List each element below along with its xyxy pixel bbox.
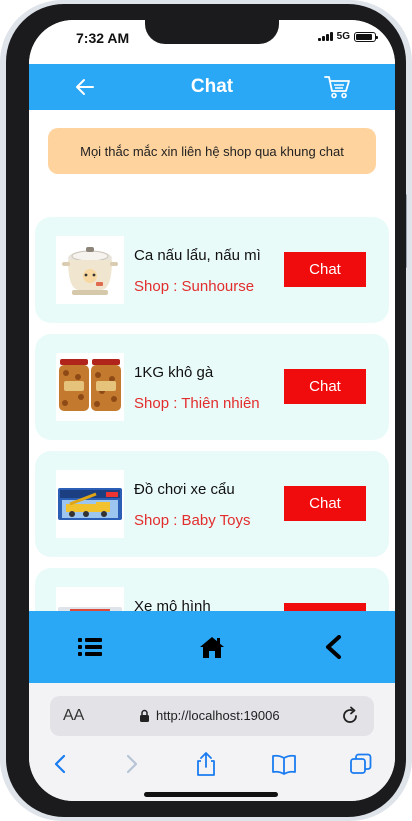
phone-frame: 7:32 AM 5G Chat Mọi thắc mắc xin liên hệ…	[0, 0, 412, 821]
chat-button[interactable]: Chat	[284, 252, 366, 287]
chat-button[interactable]: Chat	[284, 369, 366, 404]
bookmarks-icon[interactable]	[270, 750, 298, 778]
screen: 7:32 AM 5G Chat Mọi thắc mắc xin liên hệ…	[29, 20, 395, 801]
text-size-button[interactable]: AA	[63, 707, 84, 725]
lock-icon	[140, 709, 149, 722]
product-card[interactable]: Đồ chơi xe cẩu Shop : Baby Toys Chat	[35, 451, 389, 557]
product-name: Xe mô hình	[134, 598, 211, 611]
product-name: Đồ chơi xe cẩu	[134, 481, 235, 498]
page-title: Chat	[190, 76, 234, 97]
battery-fill	[356, 33, 373, 40]
home-indicator	[144, 792, 278, 797]
text-size-label: AA	[63, 707, 85, 724]
chat-button[interactable]	[284, 603, 366, 611]
status-icons: 5G	[317, 31, 378, 42]
product-card[interactable]: Ca nấu lẩu, nấu mì Shop : Sunhourse Chat	[35, 217, 389, 323]
toy-crane-truck-image	[56, 470, 124, 538]
chat-button[interactable]: Chat	[284, 486, 366, 521]
notice-text: Mọi thắc mắc xin liên hệ shop qua khung …	[80, 143, 344, 159]
browser-toolbar: AA http://localhost:19006	[29, 683, 395, 801]
notch	[145, 20, 279, 44]
back-arrow-icon[interactable]	[74, 76, 96, 98]
notice-banner: Mọi thắc mắc xin liên hệ shop qua khung …	[48, 128, 376, 174]
url-text: http://localhost:19006	[156, 708, 280, 723]
product-name: Ca nấu lẩu, nấu mì	[134, 247, 261, 264]
product-shop: Shop : Thiên nhiên	[134, 395, 260, 412]
product-name: 1KG khô gà	[134, 364, 214, 381]
status-time: 7:32 AM	[76, 30, 130, 46]
chevron-left-icon[interactable]	[321, 635, 347, 659]
browser-back-icon[interactable]	[47, 750, 75, 778]
list-icon[interactable]	[77, 635, 103, 659]
product-card[interactable]: 1KG khô gà Shop : Thiên nhiên Chat	[35, 334, 389, 440]
cart-icon[interactable]	[323, 74, 351, 100]
status-bar: 7:32 AM 5G	[29, 20, 395, 64]
battery-icon	[354, 31, 378, 42]
dried-chicken-jars-image	[56, 353, 124, 421]
model-car-image	[56, 587, 124, 611]
app-header: Chat	[29, 64, 395, 110]
address-bar[interactable]: AA http://localhost:19006	[50, 696, 374, 736]
product-shop: Shop : Sunhourse	[134, 278, 255, 295]
chat-list-content: Mọi thắc mắc xin liên hệ shop qua khung …	[29, 110, 395, 611]
product-shop: Shop : Baby Toys	[134, 512, 251, 529]
share-icon[interactable]	[192, 750, 220, 778]
network-label: 5G	[336, 31, 350, 42]
home-icon[interactable]	[199, 635, 225, 659]
reload-icon[interactable]	[340, 706, 360, 726]
electric-pot-image	[56, 236, 124, 304]
bottom-nav	[29, 611, 395, 683]
product-card[interactable]: Xe mô hình	[35, 568, 389, 611]
browser-forward-icon[interactable]	[117, 750, 145, 778]
tabs-icon[interactable]	[347, 750, 375, 778]
signal-icon	[317, 32, 333, 41]
